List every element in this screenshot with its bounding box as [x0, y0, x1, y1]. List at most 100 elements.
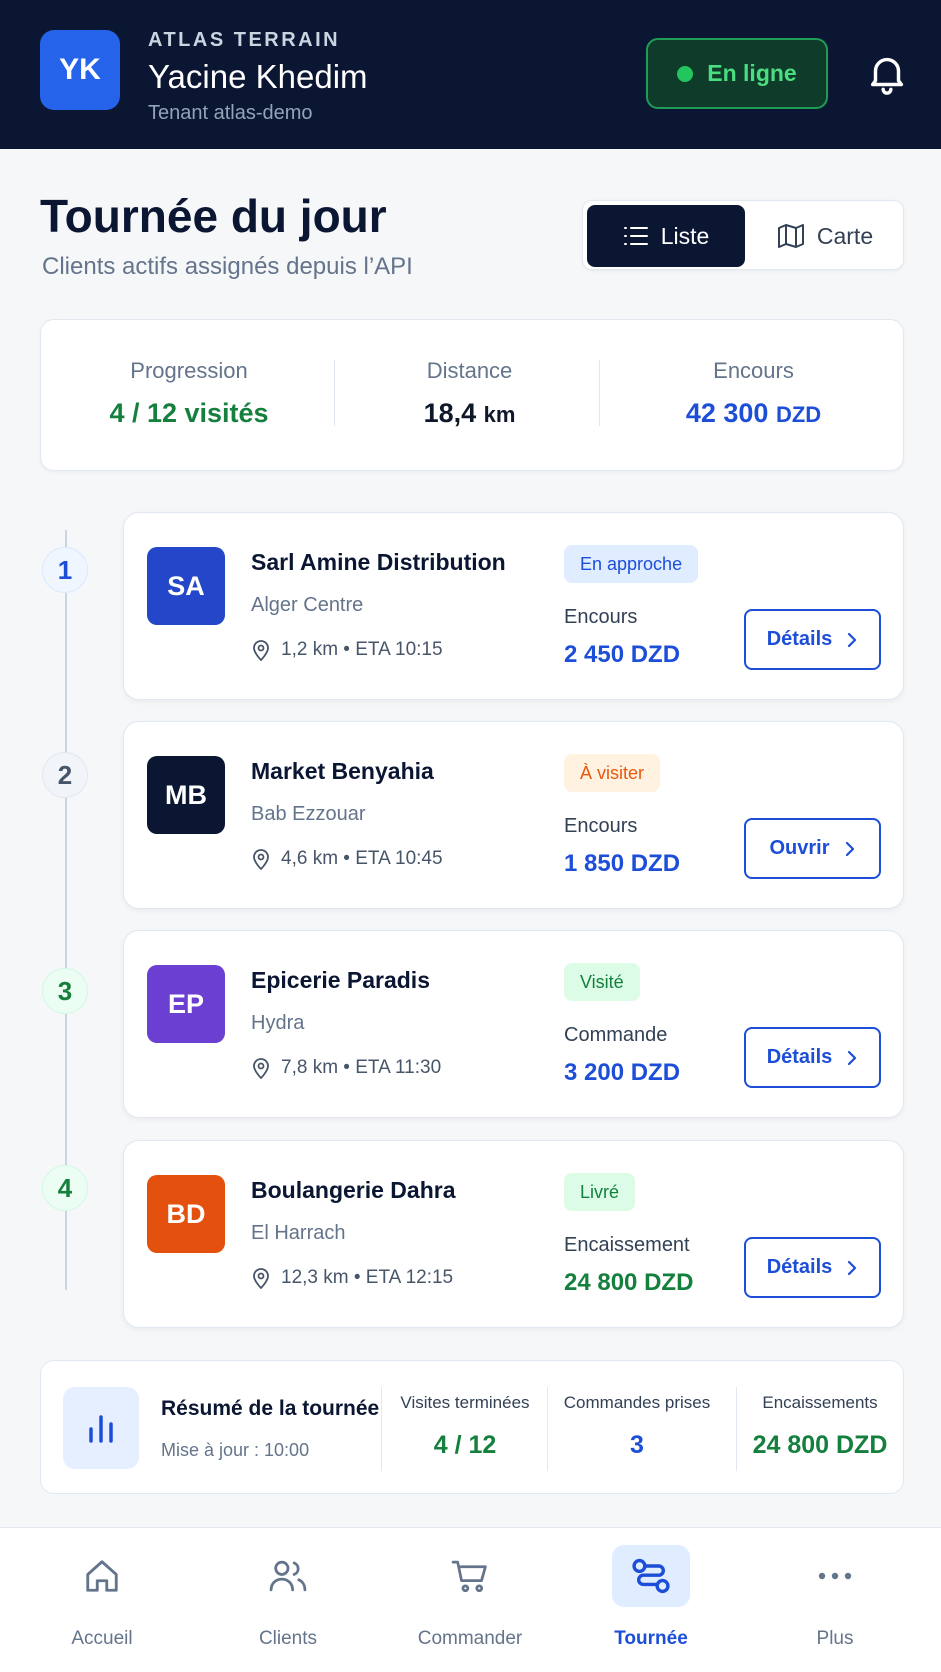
amount-value: 2 450 DZD: [564, 641, 681, 668]
client-name: Sarl Amine Distribution: [251, 549, 506, 575]
summary-divider: [381, 1387, 382, 1471]
stop-step-2: 2: [42, 752, 88, 798]
summary-divider: [736, 1387, 737, 1471]
amount-value: 1 850 DZD: [564, 850, 681, 877]
list-icon: [623, 227, 648, 245]
location-pin-icon: [253, 640, 269, 661]
details-button[interactable]: Détails: [744, 609, 881, 670]
chevron-right-icon: [845, 841, 854, 856]
orders-label: Commandes prises: [563, 1393, 711, 1412]
view-toggle: Liste Carte: [582, 200, 904, 270]
map-view-button[interactable]: Carte: [749, 205, 901, 267]
route-summary-panel: Résumé de la tournée Mise à jour : 10:00…: [40, 1360, 904, 1494]
stat-divider: [599, 360, 600, 426]
amount-label: Encaissement: [564, 1234, 690, 1256]
orders-summary: Commandes prises 3: [549, 1361, 725, 1495]
home-icon: [63, 1545, 141, 1607]
stop-card[interactable]: BD Boulangerie Dahra El Harrach 12,3 km …: [123, 1140, 904, 1328]
summary-title: Résumé de la tournée: [161, 1397, 380, 1420]
stop-card[interactable]: MB Market Benyahia Bab Ezzouar 4,6 km • …: [123, 721, 904, 909]
location-pin-icon: [253, 849, 269, 870]
visits-label: Visites terminées: [400, 1393, 530, 1412]
stat-divider: [334, 360, 335, 426]
details-button-label: Détails: [766, 1256, 833, 1278]
details-button-label: Détails: [766, 628, 833, 650]
more-icon: [796, 1545, 874, 1607]
nav-item-plus[interactable]: Plus: [760, 1528, 910, 1672]
client-distance-eta: 4,6 km • ETA 10:45: [251, 848, 443, 870]
nav-item-commander[interactable]: Commander: [395, 1528, 545, 1672]
bell-icon[interactable]: [864, 50, 910, 96]
status-label: En ligne: [707, 60, 797, 86]
app-header: YK ATLAS TERRAIN Yacine Khedim Tenant at…: [0, 0, 941, 149]
encours-label: Encours: [713, 358, 794, 383]
stop-card[interactable]: EP Epicerie Paradis Hydra 7,8 km • ETA 1…: [123, 930, 904, 1118]
chevron-right-icon: [848, 1050, 857, 1065]
chevron-right-icon: [848, 1260, 857, 1275]
nav-item-clients[interactable]: Clients: [213, 1528, 363, 1672]
progression-value: 4 / 12 visités: [109, 398, 269, 428]
list-view-label: Liste: [660, 222, 710, 249]
distance-eta-text: 1,2 km • ETA 10:15: [281, 639, 443, 660]
visits-value: 4 / 12: [433, 1431, 497, 1459]
page-subtitle: Clients actifs assignés depuis l’API: [42, 253, 413, 280]
client-avatar: SA: [147, 547, 225, 625]
progression-label: Progression: [130, 358, 248, 383]
client-name: Epicerie Paradis: [251, 967, 430, 993]
details-button-label: Détails: [766, 1046, 833, 1068]
amount-value: 3 200 DZD: [564, 1059, 681, 1086]
details-button[interactable]: Détails: [744, 1237, 881, 1298]
distance-number: 18,4: [423, 398, 477, 428]
list-view-button[interactable]: Liste: [587, 205, 745, 267]
amount-label: Encours: [564, 606, 638, 628]
stop-card[interactable]: SA Sarl Amine Distribution Alger Centre …: [123, 512, 904, 700]
online-status-pill[interactable]: En ligne: [646, 38, 828, 109]
location-pin-icon: [253, 1058, 269, 1079]
nav-item-tournee[interactable]: Tournée: [576, 1528, 726, 1672]
page-title: Tournée du jour: [40, 190, 387, 242]
amount-label: Commande: [564, 1024, 668, 1046]
collections-summary: Encaissements 24 800 DZD: [738, 1361, 902, 1495]
details-button[interactable]: Détails: [744, 1027, 881, 1088]
cart-icon: [431, 1545, 509, 1607]
stop-step-3: 3: [42, 968, 88, 1014]
distance-label: Distance: [426, 358, 513, 383]
progression-stat: Progression 4 / 12 visités: [41, 320, 337, 472]
stop-step-4: 4: [42, 1165, 88, 1211]
status-badge: À visiter: [564, 754, 661, 792]
encours-stat: Encours 42 300 DZD: [602, 320, 905, 472]
collections-value: 24 800 DZD: [752, 1431, 888, 1459]
collections-label: Encaissements: [762, 1393, 878, 1412]
location-pin-icon: [253, 1268, 269, 1289]
map-view-label: Carte: [816, 222, 874, 249]
summary-divider: [547, 1387, 548, 1471]
distance-value: 18,4 km: [337, 398, 602, 429]
client-area: Hydra: [251, 1012, 305, 1034]
nav-label: Commander: [417, 1628, 523, 1649]
distance-eta-text: 7,8 km • ETA 11:30: [281, 1057, 442, 1078]
stop-step-1: 1: [42, 547, 88, 593]
distance-unit: km: [483, 402, 516, 427]
summary-updated: Mise à jour : 10:00: [161, 1440, 310, 1460]
route-icon: [612, 1545, 690, 1607]
map-icon: [777, 224, 804, 248]
bottom-navigation: Accueil Clients Commander Tournée Plus: [0, 1527, 941, 1672]
open-button-label: Ouvrir: [769, 837, 830, 859]
client-distance-eta: 7,8 km • ETA 11:30: [251, 1057, 441, 1079]
distance-eta-text: 12,3 km • ETA 12:15: [281, 1267, 454, 1288]
encours-value: 42 300 DZD: [602, 398, 905, 429]
status-badge: Visité: [564, 963, 640, 1001]
status-dot-icon: [677, 65, 694, 82]
bar-chart-icon: [63, 1387, 139, 1469]
distance-stat: Distance 18,4 km: [337, 320, 602, 472]
client-area: El Harrach: [251, 1222, 346, 1244]
nav-item-accueil[interactable]: Accueil: [27, 1528, 177, 1672]
client-name: Market Benyahia: [251, 758, 434, 784]
user-avatar[interactable]: YK: [40, 30, 120, 110]
client-distance-eta: 12,3 km • ETA 12:15: [251, 1267, 453, 1289]
nav-label: Plus: [816, 1628, 854, 1649]
open-button[interactable]: Ouvrir: [744, 818, 881, 879]
nav-label: Tournée: [614, 1628, 688, 1649]
tenant-label: Tenant atlas-demo: [148, 102, 313, 124]
nav-label: Clients: [258, 1628, 318, 1649]
